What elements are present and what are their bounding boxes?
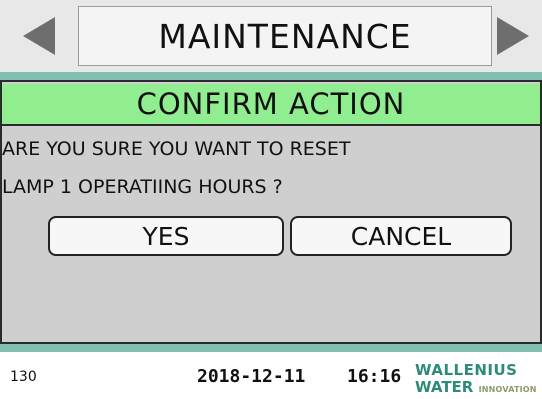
screen-id: 130 [10,369,37,385]
dialog-message-line-2: LAMP 1 OPERATIING HOURS ? [2,176,283,198]
maintenance-screen: MAINTENANCE CONFIRM ACTION ARE YOU SURE … [0,0,542,399]
yes-button[interactable]: YES [48,216,284,256]
page-title: MAINTENANCE [78,6,492,66]
logo-tagline: INNOVATION [478,385,537,394]
company-logo: WALLENIUS WATER INNOVATION [415,361,542,395]
logo-word: WATER [415,378,474,395]
dialog-title: CONFIRM ACTION [2,84,540,126]
header-divider [0,72,542,80]
previous-page-button[interactable] [10,6,70,66]
status-footer: 130 2018-12-11 16:16 WALLENIUS WATER INN… [0,352,542,399]
cancel-button[interactable]: CANCEL [290,216,512,256]
logo-line-1: WALLENIUS [415,361,518,379]
triangle-left-icon [23,17,55,55]
header-bar: MAINTENANCE [0,0,542,72]
confirm-dialog: CONFIRM ACTION ARE YOU SURE YOU WANT TO … [0,80,542,344]
next-page-button[interactable] [482,6,542,66]
time-display: 16:16 [347,366,402,387]
footer-divider [0,344,542,352]
logo-line-2: WATER INNOVATION [415,378,537,395]
date-display: 2018-12-11 [197,366,306,387]
triangle-right-icon [497,17,529,55]
dialog-message-line-1: ARE YOU SURE YOU WANT TO RESET [2,138,351,160]
